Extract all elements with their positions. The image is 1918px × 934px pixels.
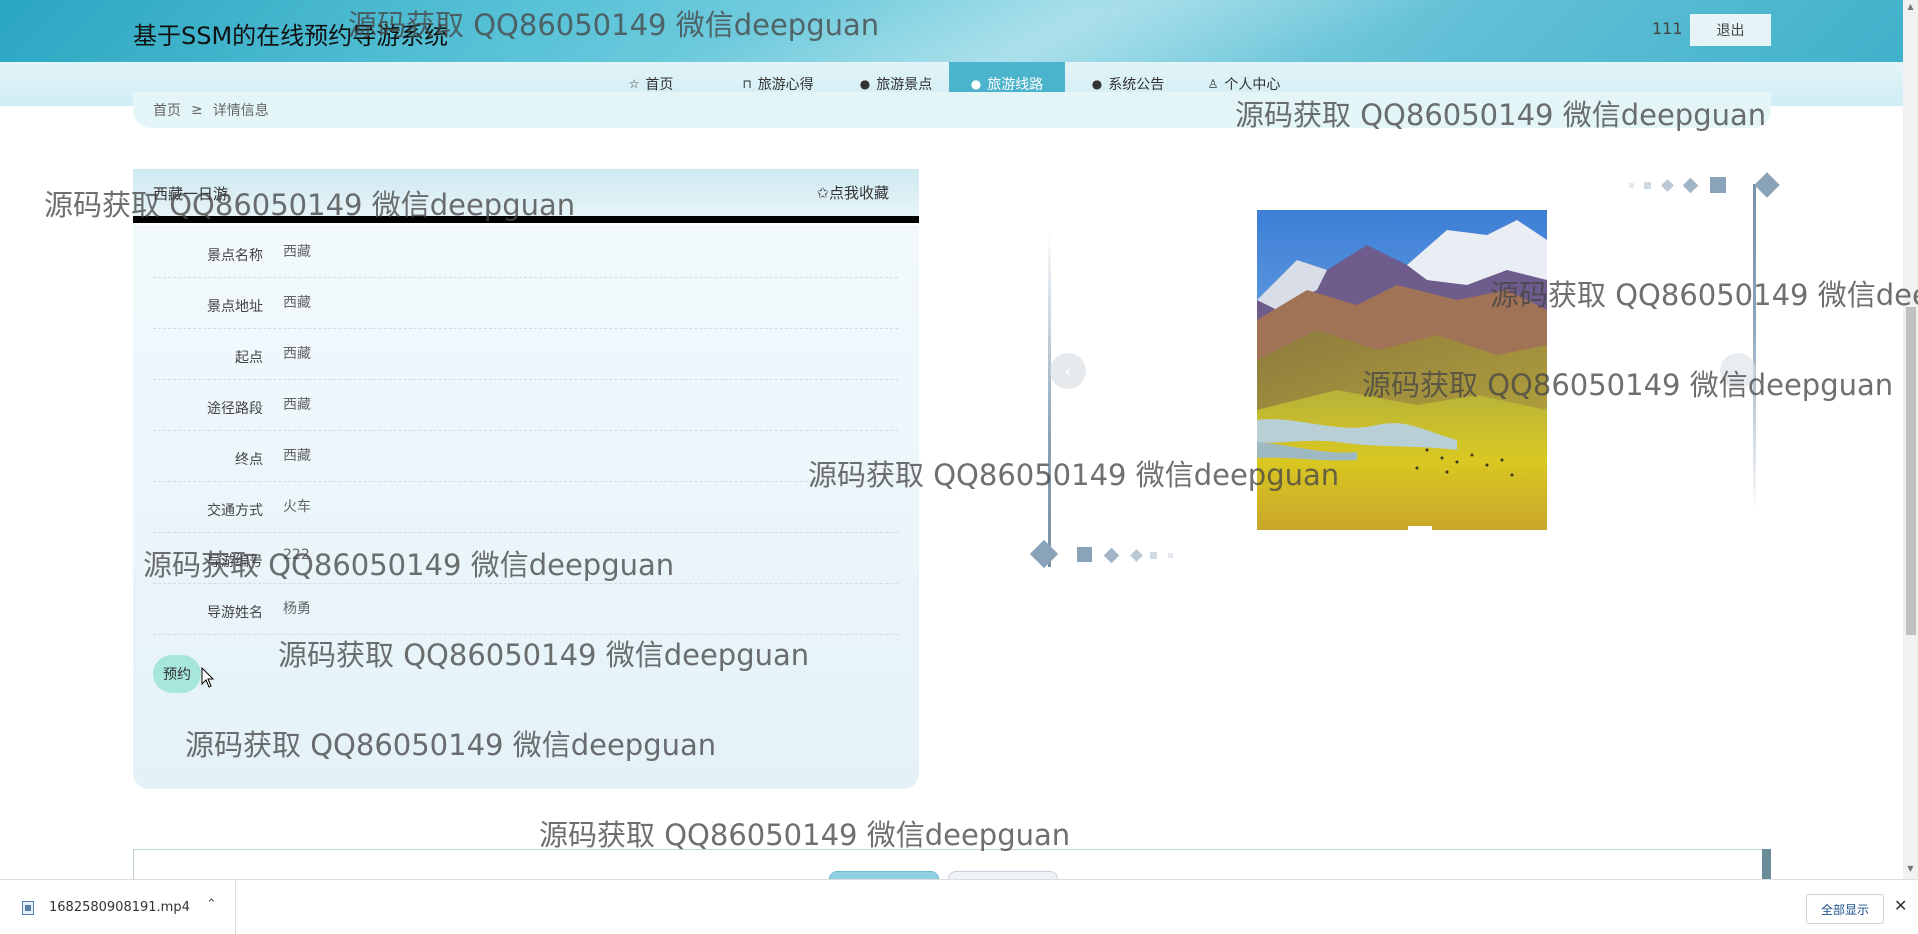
field-row-end: 终点 西藏	[153, 431, 898, 482]
field-row-guide-id: 导游编号 222	[153, 533, 898, 584]
header-divider	[133, 216, 919, 223]
decor-diamond-icon	[1661, 179, 1674, 192]
video-file-icon	[22, 901, 34, 915]
username-label: 111	[1652, 19, 1683, 38]
decor-diamond-icon	[1130, 549, 1143, 562]
route-detail-card: 西藏一日游 ✩点我收藏 景点名称 西藏 景点地址 西藏 起点 西藏 途径路段 西…	[133, 169, 919, 789]
field-label: 途径路段	[207, 401, 263, 417]
carousel-prev-button[interactable]: ‹	[1050, 353, 1086, 389]
page-scrollbar[interactable]: ▲ ▼	[1903, 0, 1918, 879]
field-value: 西藏	[283, 295, 311, 311]
decor-diamond-icon	[1103, 547, 1120, 564]
field-value: 西藏	[283, 448, 311, 464]
download-item[interactable]: 1682580908191.mp4 ⌃	[0, 880, 236, 934]
decor-diamond-icon	[1754, 172, 1780, 198]
field-label: 导游姓名	[207, 605, 263, 621]
breadcrumb-separator: ≥	[191, 102, 203, 118]
field-label: 景点名称	[207, 248, 263, 264]
carousel-slide-image[interactable]	[1257, 210, 1547, 530]
logout-button[interactable]: 退出	[1690, 14, 1771, 46]
mouse-cursor-icon	[201, 667, 215, 688]
field-value: 西藏	[283, 346, 311, 362]
field-row-guide-name: 导游姓名 杨勇	[153, 584, 898, 635]
site-title: 基于SSM的在线预约导游系统	[133, 22, 449, 50]
field-value: 222	[283, 547, 310, 563]
mountain-landscape-image	[1257, 210, 1547, 530]
nav-item-label: 旅游心得	[757, 77, 814, 93]
field-row-start: 起点 西藏	[153, 329, 898, 380]
nav-item-label: 系统公告	[1108, 77, 1165, 93]
image-carousel: ‹	[1020, 170, 1780, 570]
info-icon: ●	[1091, 77, 1103, 91]
close-download-bar-icon[interactable]: ✕	[1894, 896, 1907, 915]
field-value: 西藏	[283, 397, 311, 413]
carousel-indicator-dot[interactable]	[1408, 526, 1432, 530]
decor-square-icon	[1710, 177, 1726, 193]
scroll-down-icon[interactable]: ▼	[1903, 864, 1918, 876]
decor-square-icon	[1629, 183, 1634, 188]
decor-square-icon	[1644, 182, 1651, 189]
header-divider-highlight	[133, 223, 919, 225]
decor-diamond-icon	[1029, 539, 1059, 569]
field-label: 终点	[235, 452, 263, 468]
bag-icon: ⊓	[742, 77, 752, 91]
breadcrumb-current: 详情信息	[212, 103, 269, 119]
download-file-name: 1682580908191.mp4	[49, 900, 190, 915]
decor-diamond-icon	[1682, 177, 1699, 194]
carousel-next-button[interactable]	[1720, 353, 1756, 389]
field-row-spot-address: 景点地址 西藏	[153, 278, 898, 329]
field-label: 起点	[235, 350, 263, 366]
decor-square-icon	[1150, 552, 1157, 559]
favorite-button[interactable]: ✩点我收藏	[816, 182, 889, 203]
field-row-spot-name: 景点名称 西藏	[153, 227, 898, 278]
watermark-text: 源码获取 QQ86050149 微信deepguan	[539, 818, 1071, 852]
decor-square-icon	[1077, 547, 1092, 562]
breadcrumb-home[interactable]: 首页	[153, 100, 181, 120]
nav-item-label: 个人中心	[1224, 77, 1281, 93]
field-value: 火车	[283, 499, 311, 515]
breadcrumb: 首页 ≥ 详情信息	[133, 92, 1771, 128]
star-icon: ☆	[628, 77, 640, 91]
field-label: 交通方式	[207, 503, 263, 519]
decor-line-left	[1048, 232, 1051, 567]
field-value: 西藏	[283, 244, 311, 260]
nav-item-label: 首页	[645, 77, 674, 93]
field-row-transport: 交通方式 火车	[153, 482, 898, 533]
scroll-up-icon[interactable]: ▲	[1903, 2, 1918, 14]
field-row-via: 途径路段 西藏	[153, 380, 898, 431]
bottom-panel-edge	[1762, 849, 1771, 879]
browser-download-bar: 1682580908191.mp4 ⌃ 全部显示 ✕	[0, 879, 1918, 934]
route-title: 西藏一日游	[153, 185, 229, 203]
card-header: 西藏一日游 ✩点我收藏	[133, 169, 919, 216]
header-bar: 基于SSM的在线预约导游系统 111 退出	[0, 0, 1918, 62]
user-icon: ♙	[1207, 77, 1219, 91]
nav-item-label: 旅游线路	[987, 77, 1044, 93]
chevron-up-icon[interactable]: ⌃	[206, 897, 217, 912]
field-label: 导游编号	[207, 554, 263, 570]
field-value: 杨勇	[283, 601, 311, 617]
info-icon: ●	[859, 77, 871, 91]
book-button[interactable]: 预约	[153, 655, 201, 693]
decor-line-right	[1753, 184, 1756, 514]
nav-item-label: 旅游景点	[876, 77, 933, 93]
scrollbar-thumb[interactable]	[1906, 307, 1916, 635]
help-icon: ●	[970, 77, 982, 91]
show-all-downloads-button[interactable]: 全部显示	[1806, 894, 1884, 924]
field-label: 景点地址	[207, 299, 263, 315]
decor-square-icon	[1168, 553, 1173, 558]
